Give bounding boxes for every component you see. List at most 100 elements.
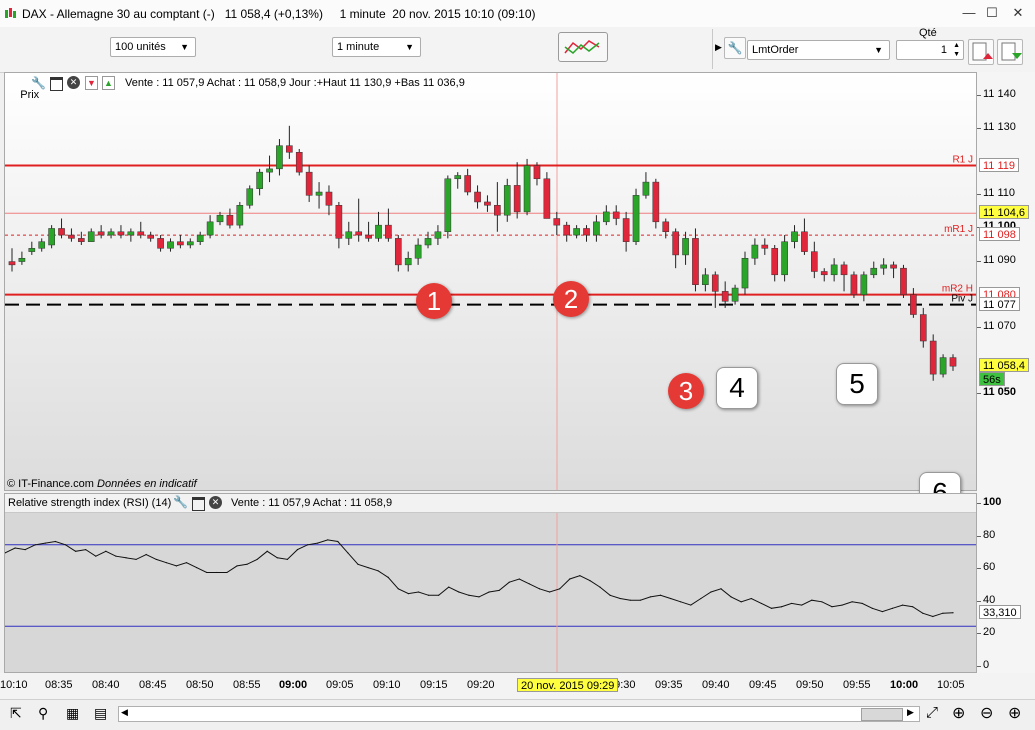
- candle-body[interactable]: [137, 231, 145, 236]
- candle-body[interactable]: [107, 231, 115, 236]
- candle-body[interactable]: [474, 191, 481, 203]
- scroll-right-icon[interactable]: ▶: [907, 707, 914, 718]
- candle-body[interactable]: [781, 241, 788, 276]
- candle-body[interactable]: [711, 274, 719, 292]
- candle-body[interactable]: [850, 274, 858, 295]
- candle-body[interactable]: [731, 287, 739, 302]
- candle-body[interactable]: [900, 267, 907, 295]
- candle-body[interactable]: [563, 224, 571, 236]
- candle-body[interactable]: [355, 231, 363, 236]
- calculator-icon[interactable]: ▦: [66, 705, 79, 722]
- candle-body[interactable]: [593, 221, 600, 236]
- candle-body[interactable]: [167, 241, 174, 249]
- up-arrow-icon[interactable]: ▲: [102, 76, 115, 90]
- candle-body[interactable]: [929, 340, 937, 375]
- candle-body[interactable]: [58, 228, 65, 236]
- candle-body[interactable]: [503, 185, 511, 216]
- candle-body[interactable]: [246, 188, 254, 206]
- candle-body[interactable]: [820, 271, 828, 276]
- candle-body[interactable]: [910, 294, 917, 315]
- candle-body[interactable]: [48, 228, 55, 246]
- zoom-out-icon[interactable]: ⊖: [980, 703, 993, 723]
- price-chart-panel[interactable]: R1 JmR1 JmR2 H Piv J Prix 🔧 ✕ ▼ ▲ Vente :…: [4, 72, 977, 514]
- candle-body[interactable]: [890, 264, 897, 269]
- candle-body[interactable]: [117, 231, 125, 236]
- candle-body[interactable]: [18, 257, 26, 262]
- candle-body[interactable]: [741, 257, 749, 289]
- candle-body[interactable]: [196, 234, 204, 242]
- candle-body[interactable]: [157, 238, 164, 249]
- candle-body[interactable]: [464, 175, 471, 193]
- candle-body[interactable]: [523, 165, 531, 213]
- qty-input[interactable]: 1 ▲ ▼: [896, 40, 964, 60]
- candle-body[interactable]: [28, 248, 36, 252]
- candle-body[interactable]: [702, 274, 709, 285]
- close-panel-icon[interactable]: ✕: [67, 76, 80, 89]
- time-axis[interactable]: 08:35 08:40 08:45 08:50 08:55 09:00 09:05 09:10…: [0, 673, 1035, 699]
- annotation-marker[interactable]: 3: [668, 373, 704, 409]
- candle-body[interactable]: [295, 152, 303, 173]
- candle-body[interactable]: [216, 214, 224, 223]
- candle-body[interactable]: [533, 165, 541, 180]
- horizontal-scrollbar[interactable]: ◀ ▶: [118, 706, 920, 722]
- candle-body[interactable]: [583, 228, 590, 236]
- candle-body[interactable]: [494, 205, 501, 216]
- window-icon[interactable]: [50, 77, 63, 91]
- down-arrow-icon[interactable]: ▼: [85, 76, 98, 90]
- scrollbar-thumb[interactable]: [861, 708, 903, 721]
- buy-order-button[interactable]: [968, 39, 994, 65]
- candle-body[interactable]: [8, 261, 16, 266]
- candle-body[interactable]: [186, 241, 194, 246]
- candle-body[interactable]: [484, 201, 491, 206]
- rsi-panel[interactable]: Relative strength index (RSI) (14) 🔧 ✕ V…: [4, 493, 977, 673]
- candle-body[interactable]: [949, 357, 957, 367]
- candle-body[interactable]: [226, 214, 234, 226]
- order-type-select[interactable]: LmtOrder ▼: [747, 40, 890, 60]
- layers-icon[interactable]: ▤: [94, 705, 107, 722]
- candle-body[interactable]: [434, 231, 442, 239]
- candle-body[interactable]: [811, 251, 818, 272]
- candle-body[interactable]: [276, 145, 283, 170]
- candle-body[interactable]: [345, 231, 353, 239]
- link-icon[interactable]: ⚲: [38, 705, 48, 722]
- candle-body[interactable]: [612, 211, 620, 219]
- candle-body[interactable]: [602, 211, 610, 223]
- candle-body[interactable]: [236, 205, 244, 226]
- candle-body[interactable]: [682, 238, 689, 256]
- candle-body[interactable]: [385, 224, 392, 239]
- candle-body[interactable]: [424, 238, 432, 246]
- zoom-in-icon[interactable]: ⊕: [1008, 703, 1021, 723]
- candle-body[interactable]: [256, 171, 263, 189]
- candle-body[interactable]: [870, 267, 878, 276]
- fit-chart-icon[interactable]: ⤢: [926, 704, 938, 721]
- units-select[interactable]: 100 unités ▼: [110, 37, 196, 57]
- candle-body[interactable]: [375, 224, 382, 239]
- close-button[interactable]: ✕: [1007, 3, 1029, 23]
- candle-body[interactable]: [721, 291, 729, 302]
- interval-select[interactable]: 1 minute ▼: [332, 37, 421, 57]
- rsi-line[interactable]: [5, 539, 954, 618]
- candle-body[interactable]: [919, 314, 927, 342]
- annotation-marker[interactable]: 5: [836, 363, 878, 405]
- spinner-icon[interactable]: ▲ ▼: [953, 41, 960, 59]
- maximize-button[interactable]: ☐: [981, 3, 1003, 23]
- candle-body[interactable]: [335, 205, 343, 239]
- candle-body[interactable]: [652, 181, 660, 223]
- candle-body[interactable]: [642, 181, 650, 196]
- candle-body[interactable]: [543, 178, 551, 219]
- sell-order-button[interactable]: [997, 39, 1023, 65]
- candle-body[interactable]: [840, 264, 848, 276]
- candle-body[interactable]: [414, 244, 422, 259]
- candle-body[interactable]: [553, 218, 561, 226]
- candle-body[interactable]: [404, 257, 412, 266]
- candle-body[interactable]: [325, 191, 333, 206]
- candle-body[interactable]: [305, 171, 313, 196]
- cursor-tool-icon[interactable]: ⇱: [10, 705, 22, 722]
- candle-body[interactable]: [771, 248, 779, 276]
- candle-body[interactable]: [751, 244, 759, 259]
- wrench-button[interactable]: 🔧: [724, 37, 746, 59]
- candle-body[interactable]: [286, 145, 293, 153]
- price-chart[interactable]: R1 JmR1 JmR2 HPiv J: [5, 73, 976, 490]
- candle-body[interactable]: [573, 228, 580, 236]
- candle-body[interactable]: [87, 231, 95, 242]
